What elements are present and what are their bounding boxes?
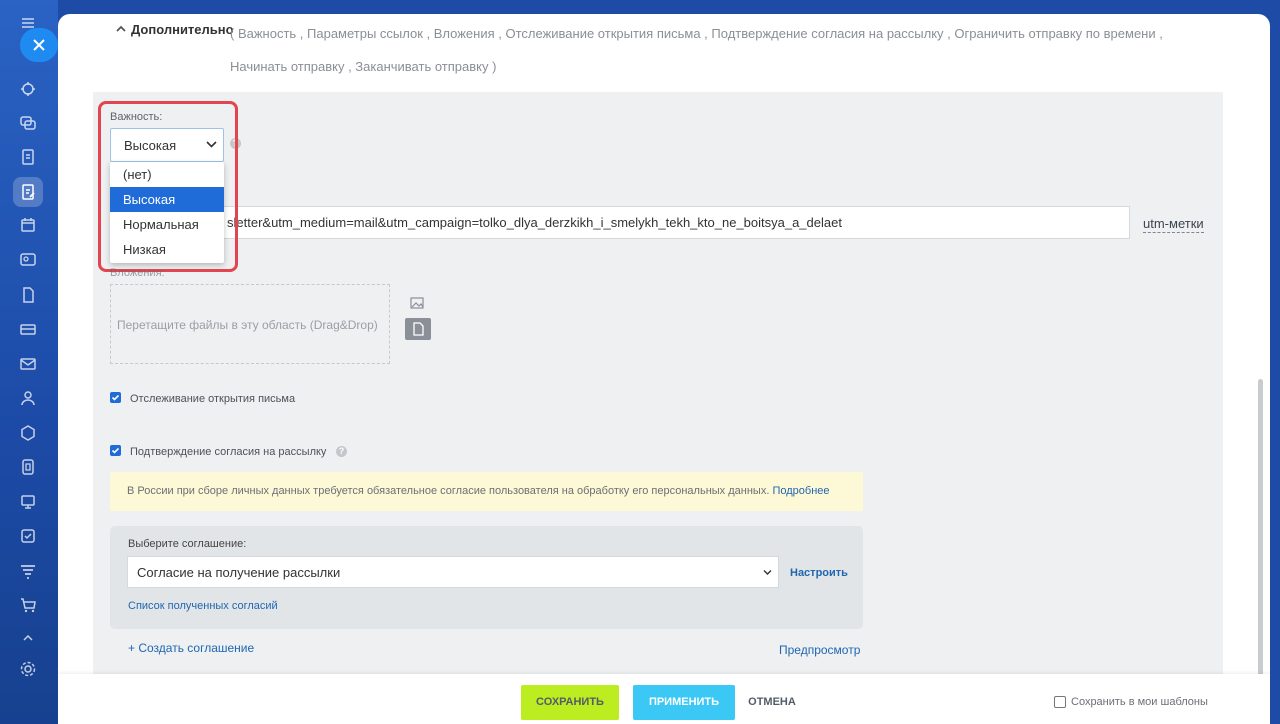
consent-notice: В России при сборе личных данных требует… <box>110 472 863 511</box>
configure-link[interactable]: Настроить <box>790 567 848 579</box>
advanced-title[interactable]: Дополнительно <box>131 22 234 37</box>
close-slider-button[interactable] <box>20 28 58 62</box>
documents-icon[interactable] <box>19 286 37 304</box>
image-icon[interactable] <box>410 297 424 309</box>
employees-icon[interactable] <box>19 389 37 407</box>
tasks-icon[interactable] <box>19 148 37 166</box>
sales-funnel-icon[interactable] <box>19 562 37 580</box>
help-icon[interactable]: ? <box>336 446 347 457</box>
create-agreement-link[interactable]: + Создать соглашение <box>128 641 254 655</box>
settings-icon[interactable] <box>19 660 37 678</box>
agreement-label: Выберите соглашение: <box>128 538 247 550</box>
crm-icon[interactable] <box>19 183 37 201</box>
calendar-icon[interactable] <box>19 216 37 234</box>
tasks-check-icon[interactable] <box>19 527 37 545</box>
attachments-dropzone[interactable]: Перетащите файлы в эту область (Drag&Dro… <box>110 284 390 364</box>
meetings-icon[interactable] <box>19 493 37 511</box>
automation-icon[interactable] <box>19 424 37 442</box>
save-template-label[interactable]: Сохранить в мои шаблоны <box>1071 696 1208 708</box>
left-sidebar <box>0 0 58 724</box>
consent-label[interactable]: Подтверждение согласия на рассылку <box>130 446 326 458</box>
cancel-button[interactable]: ОТМЕНА <box>744 685 800 720</box>
chat-icon[interactable] <box>19 114 37 132</box>
more-icon[interactable] <box>19 628 37 646</box>
apply-button[interactable]: ПРИМЕНИТЬ <box>633 685 735 720</box>
consent-notice-text: В России при сборе личных данных требует… <box>127 485 770 497</box>
shop-icon[interactable] <box>19 596 37 614</box>
attachments-label: Вложения: <box>110 267 165 279</box>
agreement-selected-value: Согласие на получение рассылки <box>137 565 341 580</box>
drive-icon[interactable] <box>19 458 37 476</box>
tracking-label[interactable]: Отслеживание открытия письма <box>130 393 295 405</box>
save-template-checkbox[interactable] <box>1054 696 1066 708</box>
advanced-summary: ( Важность , Параметры ссылок , Вложения… <box>230 26 1163 74</box>
highlight-frame <box>98 101 238 272</box>
file-upload-button[interactable] <box>405 318 431 340</box>
chevron-down-icon <box>763 570 772 575</box>
utm-params-input[interactable]: sletter&utm_medium=mail&utm_campaign=tol… <box>110 206 1130 239</box>
chevron-up-icon[interactable] <box>115 23 127 35</box>
preview-link[interactable]: Предпросмотр <box>779 643 860 657</box>
dropzone-text: Перетащите файлы в эту область (Drag&Dro… <box>117 318 378 332</box>
checkmark-icon <box>111 394 120 401</box>
mailing-settings-panel: Дополнительно ( Важность , Параметры ссы… <box>58 14 1270 724</box>
agreement-select[interactable]: Согласие на получение рассылки <box>127 556 779 588</box>
mail-icon[interactable] <box>19 355 37 373</box>
scrollbar[interactable] <box>1258 379 1263 679</box>
consent-list-link[interactable]: Список полученных согласий <box>128 600 278 612</box>
contact-center-icon[interactable] <box>19 251 37 269</box>
utm-tags-button[interactable]: utm-метки <box>1143 216 1204 233</box>
consent-checkbox[interactable] <box>110 445 121 456</box>
save-button[interactable]: СОХРАНИТЬ <box>521 685 619 720</box>
feed-icon[interactable] <box>19 80 37 98</box>
utm-params-value: sletter&utm_medium=mail&utm_campaign=tol… <box>227 215 842 230</box>
agreement-box: Выберите соглашение: Согласие на получен… <box>110 526 863 629</box>
checkmark-icon <box>111 447 120 454</box>
consent-more-link[interactable]: Подробнее <box>772 485 829 497</box>
tracking-checkbox[interactable] <box>110 392 121 403</box>
footer-bar: СОХРАНИТЬ ПРИМЕНИТЬ ОТМЕНА Сохранить в м… <box>58 674 1270 724</box>
file-icon <box>413 322 424 336</box>
sites-icon[interactable] <box>19 320 37 338</box>
close-icon <box>33 39 45 51</box>
